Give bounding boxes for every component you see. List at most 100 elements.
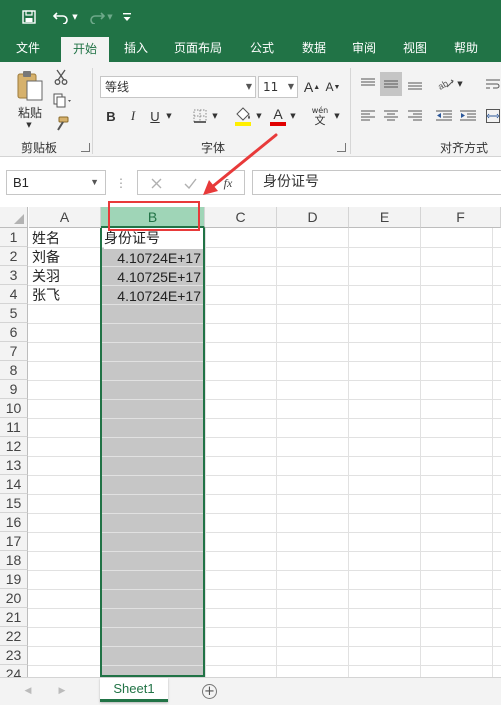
font-name-dropdown[interactable]: 等线 ▼ <box>100 76 256 98</box>
font-color-dropdown-icon[interactable]: ▼ <box>288 106 298 126</box>
row-header[interactable]: 7 <box>0 342 28 361</box>
row-header[interactable]: 22 <box>0 627 28 646</box>
tab-data[interactable]: 数据 <box>291 34 337 62</box>
customize-quick-access-icon[interactable] <box>120 7 134 27</box>
top-align-icon[interactable] <box>358 74 378 94</box>
row-header[interactable]: 13 <box>0 456 28 475</box>
row-header[interactable]: 10 <box>0 399 28 418</box>
cancel-icon[interactable] <box>146 173 166 193</box>
row-header[interactable]: 2 <box>0 247 28 266</box>
row-header[interactable]: 5 <box>0 304 28 323</box>
cell-a4[interactable]: 张飞 <box>32 287 100 306</box>
undo-icon[interactable] <box>50 7 72 27</box>
borders-icon[interactable] <box>190 106 210 126</box>
formula-buttons: fx <box>137 170 245 195</box>
row-header[interactable]: 11 <box>0 418 28 437</box>
row-header[interactable]: 24 <box>0 665 28 677</box>
row-header[interactable]: 3 <box>0 266 28 285</box>
increase-font-size-icon[interactable]: A ▲ <box>303 76 321 98</box>
row-header[interactable]: 23 <box>0 646 28 665</box>
scroll-left-icon[interactable]: ◀ <box>22 684 34 698</box>
decrease-font-size-icon[interactable]: A ▼ <box>324 76 342 98</box>
phonetic-dropdown-icon[interactable]: ▼ <box>332 106 342 126</box>
fill-color-icon[interactable] <box>232 104 254 128</box>
enter-icon[interactable] <box>180 173 200 193</box>
row-header[interactable]: 8 <box>0 361 28 380</box>
column-header-a[interactable]: A <box>29 207 101 228</box>
borders-dropdown-icon[interactable]: ▼ <box>210 106 220 126</box>
redo-icon[interactable] <box>86 7 108 27</box>
decrease-indent-icon[interactable] <box>434 106 454 126</box>
underline-button[interactable]: U <box>146 106 164 126</box>
redo-dropdown-icon[interactable]: ▼ <box>106 7 114 27</box>
font-launcher-icon[interactable] <box>337 143 346 152</box>
row-header[interactable]: 12 <box>0 437 28 456</box>
increase-indent-icon[interactable] <box>458 106 478 126</box>
align-left-icon[interactable] <box>358 106 378 126</box>
select-all-corner[interactable] <box>0 207 28 228</box>
bold-button[interactable]: B <box>102 106 120 126</box>
tab-page-layout[interactable]: 页面布局 <box>166 34 230 62</box>
row-header[interactable]: 15 <box>0 494 28 513</box>
gridline <box>28 646 501 647</box>
row-header[interactable]: 21 <box>0 608 28 627</box>
align-center-icon[interactable] <box>381 106 401 126</box>
paste-dropdown-icon[interactable]: ▼ <box>22 120 36 130</box>
column-header-c[interactable]: C <box>205 207 277 228</box>
row-header[interactable]: 9 <box>0 380 28 399</box>
row-header[interactable]: 16 <box>0 513 28 532</box>
paste-button[interactable]: 粘贴 <box>12 104 48 120</box>
underline-dropdown-icon[interactable]: ▼ <box>164 106 174 126</box>
font-size-dropdown[interactable]: 11 ▼ <box>258 76 298 98</box>
phonetic-guide-icon[interactable]: wén 文 <box>308 102 332 130</box>
row-header[interactable]: 4 <box>0 285 28 304</box>
tab-file[interactable]: 文件 <box>6 34 50 62</box>
column-header-d[interactable]: D <box>277 207 349 228</box>
copy-icon[interactable] <box>52 92 74 110</box>
row-header[interactable]: 17 <box>0 532 28 551</box>
worksheet-grid[interactable]: A B C D E F 1 2 3 4 5 6 7 8 9 10 11 12 1… <box>0 207 501 677</box>
row-header[interactable]: 19 <box>0 570 28 589</box>
row-header[interactable]: 6 <box>0 323 28 342</box>
tab-formulas[interactable]: 公式 <box>239 34 285 62</box>
orientation-dropdown-icon[interactable]: ▼ <box>455 74 465 94</box>
row-header[interactable]: 18 <box>0 551 28 570</box>
insert-function-button[interactable]: fx <box>216 173 240 193</box>
cell-a3[interactable]: 关羽 <box>32 268 100 287</box>
wrap-text-icon[interactable] <box>484 74 501 94</box>
clipboard-launcher-icon[interactable] <box>81 143 90 152</box>
row-header[interactable]: 14 <box>0 475 28 494</box>
row-header[interactable]: 20 <box>0 589 28 608</box>
cell-a1[interactable]: 姓名 <box>32 230 100 249</box>
cut-icon[interactable] <box>52 68 70 86</box>
chevron-down-icon: ▼ <box>90 177 99 187</box>
tab-help[interactable]: 帮助 <box>443 34 489 62</box>
italic-button[interactable]: I <box>124 106 142 126</box>
font-color-icon[interactable]: A <box>268 104 288 128</box>
merge-center-icon[interactable] <box>484 106 501 126</box>
name-box[interactable]: B1 ▼ <box>6 170 106 195</box>
scroll-right-icon[interactable]: ▶ <box>56 684 68 698</box>
column-header-f[interactable]: F <box>421 207 501 228</box>
formula-input[interactable]: 身份证号 <box>252 170 501 195</box>
gridline <box>28 456 501 457</box>
tab-view[interactable]: 视图 <box>392 34 438 62</box>
column-header-e[interactable]: E <box>349 207 421 228</box>
gridline <box>28 342 501 343</box>
tab-insert[interactable]: 插入 <box>113 34 159 62</box>
sheet-tab-sheet1[interactable]: Sheet1 <box>100 678 168 702</box>
middle-align-icon[interactable] <box>380 72 402 96</box>
tab-home[interactable]: 开始 <box>61 37 109 62</box>
orientation-icon[interactable]: ab <box>435 74 457 94</box>
add-sheet-icon[interactable]: + <box>202 684 217 699</box>
save-icon[interactable] <box>20 7 38 27</box>
align-right-icon[interactable] <box>405 106 425 126</box>
tab-review[interactable]: 审阅 <box>341 34 387 62</box>
paste-icon[interactable] <box>14 68 46 104</box>
undo-dropdown-icon[interactable]: ▼ <box>71 7 79 27</box>
row-header[interactable]: 1 <box>0 228 28 247</box>
bottom-align-icon[interactable] <box>405 74 425 94</box>
format-painter-icon[interactable] <box>52 115 70 133</box>
cell-a2[interactable]: 刘备 <box>32 249 100 268</box>
fill-color-dropdown-icon[interactable]: ▼ <box>254 106 264 126</box>
